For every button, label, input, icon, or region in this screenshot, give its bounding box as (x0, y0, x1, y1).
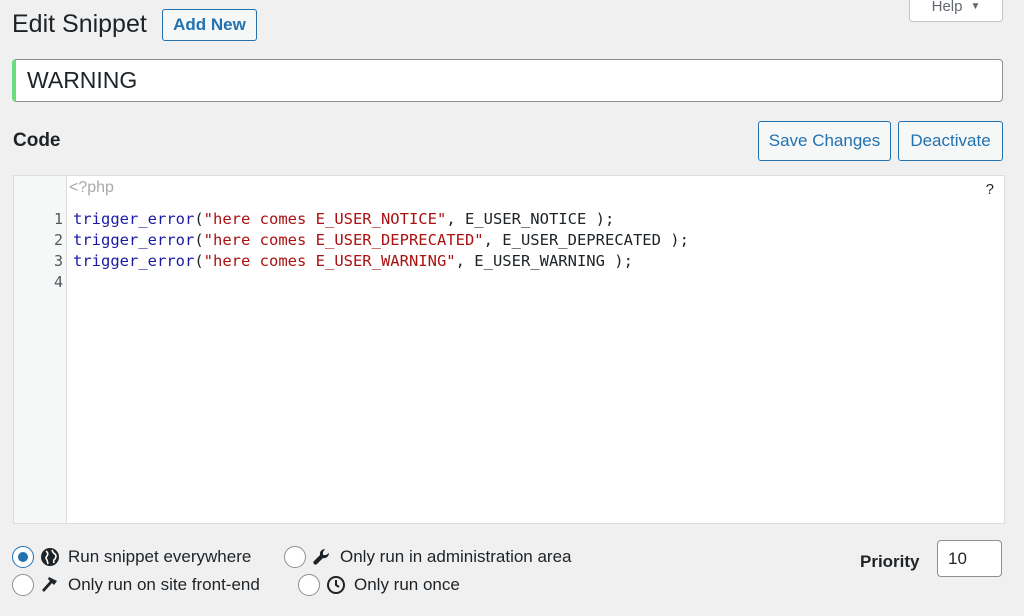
scope-option-label: Only run in administration area (340, 547, 572, 566)
save-changes-button[interactable]: Save Changes (758, 121, 891, 161)
wrench-icon (313, 548, 330, 565)
code-paren: ( (194, 231, 204, 249)
scope-option-admin[interactable]: Only run in administration area (284, 546, 572, 568)
help-label: Help (931, 0, 963, 15)
code-line[interactable]: trigger_error("here comes E_USER_DEPRECA… (73, 231, 689, 249)
code-paren: ( (194, 252, 204, 270)
line-number: 4 (53, 273, 63, 291)
code-function: trigger_error (73, 210, 195, 228)
radio-button[interactable] (12, 546, 34, 568)
clock-icon (327, 576, 345, 594)
line-number: 1 (53, 210, 63, 228)
code-string: "here comes E_USER_WARNING" (203, 252, 456, 270)
code-line[interactable]: trigger_error("here comes E_USER_WARNING… (73, 252, 633, 270)
code-function: trigger_error (73, 252, 195, 270)
scope-option-label: Only run once (354, 575, 460, 594)
code-rest: , E_USER_WARNING ); (455, 252, 633, 270)
globe-icon (41, 548, 59, 566)
editor-help-icon[interactable]: ? (986, 181, 994, 198)
radio-button[interactable] (12, 574, 34, 596)
snippet-title-input[interactable]: WARNING (12, 59, 1003, 102)
caret-down-icon: ▼ (970, 1, 981, 12)
hammer-icon (42, 577, 57, 592)
scope-option-front-end[interactable]: Only run on site front-end (12, 574, 260, 596)
code-editor[interactable]: <?php ? 1 trigger_error("here comes E_US… (13, 175, 1005, 524)
add-new-button[interactable]: Add New (162, 9, 257, 41)
scope-option-label: Only run on site front-end (68, 575, 260, 594)
radio-button[interactable] (298, 574, 320, 596)
code-rest: , E_USER_DEPRECATED ); (483, 231, 689, 249)
scope-option-global[interactable]: Run snippet everywhere (12, 546, 251, 568)
code-function: trigger_error (73, 231, 195, 249)
help-tab-button[interactable]: Help ▼ (909, 0, 1003, 22)
priority-label: Priority (860, 552, 920, 571)
code-line[interactable]: trigger_error("here comes E_USER_NOTICE"… (73, 210, 614, 228)
radio-button[interactable] (284, 546, 306, 568)
line-number: 3 (53, 252, 63, 270)
line-gutter (14, 176, 67, 523)
code-paren: ( (194, 210, 204, 228)
code-string: "here comes E_USER_NOTICE" (203, 210, 447, 228)
page-title: Edit Snippet (12, 10, 147, 38)
deactivate-button[interactable]: Deactivate (898, 121, 1003, 161)
code-rest: , E_USER_NOTICE ); (446, 210, 615, 228)
php-open-tag: <?php (69, 179, 114, 196)
scope-option-label: Run snippet everywhere (68, 547, 252, 566)
priority-input[interactable]: 10 (937, 540, 1002, 577)
scope-option-once[interactable]: Only run once (298, 574, 460, 596)
code-string: "here comes E_USER_DEPRECATED" (203, 231, 484, 249)
line-number: 2 (53, 231, 63, 249)
code-heading: Code (13, 130, 61, 151)
